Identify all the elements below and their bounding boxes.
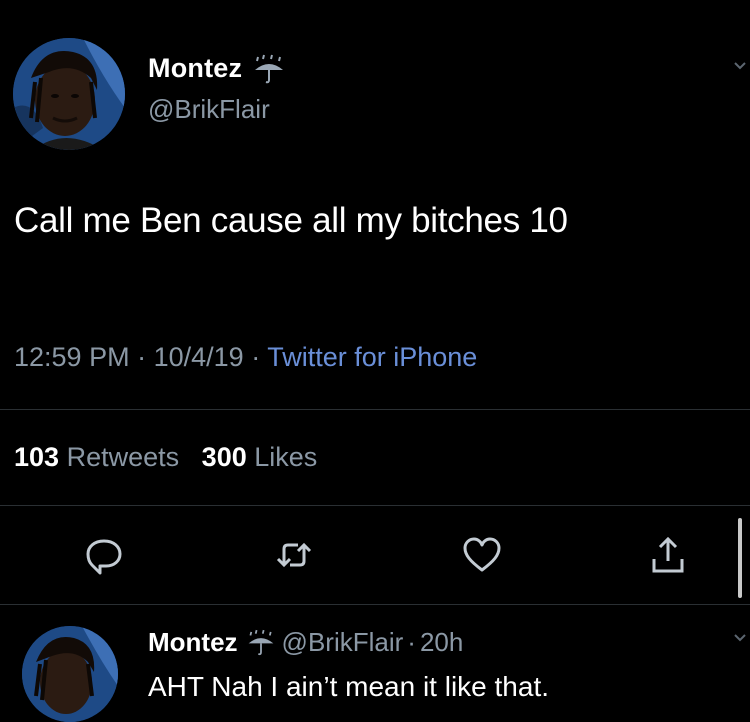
- retweets-stat[interactable]: 103 Retweets: [14, 442, 187, 472]
- meta-separator: ·: [137, 342, 147, 372]
- reply-avatar[interactable]: [22, 626, 118, 722]
- meta-separator: ·: [251, 342, 261, 372]
- tweet-detail: Montez @BrikFlair Call me Ben cause all …: [0, 0, 750, 722]
- retweet-count: 103: [14, 442, 60, 472]
- share-icon[interactable]: [646, 533, 690, 577]
- umbrella-rain-icon: [255, 54, 284, 83]
- scrollbar[interactable]: [738, 518, 742, 598]
- reply-header: Montez @BrikFlair · 20h: [148, 627, 463, 658]
- author-handle[interactable]: @BrikFlair: [148, 94, 270, 125]
- reply-age: 20h: [419, 627, 464, 657]
- divider: [0, 409, 750, 410]
- heart-icon[interactable]: [460, 533, 504, 577]
- umbrella-rain-icon: [248, 629, 273, 656]
- tweet-metadata: 12:59 PM · 10/4/19 · Twitter for iPhone: [14, 342, 477, 373]
- avatar-image: [13, 38, 125, 150]
- reply-separator: ·: [407, 627, 416, 657]
- likes-stat[interactable]: 300 Likes: [202, 442, 318, 472]
- reply-icon[interactable]: [82, 533, 126, 577]
- reply-text: AHT Nah I ain’t mean it like that.: [148, 671, 549, 702]
- like-count: 300: [201, 442, 247, 472]
- like-label: Likes: [254, 442, 318, 472]
- tweet-time: 12:59 PM: [14, 342, 130, 372]
- tweet-text: Call me Ben cause all my bitches 10: [14, 201, 568, 240]
- chevron-down-icon[interactable]: [734, 632, 746, 644]
- divider: [0, 604, 750, 605]
- display-name[interactable]: Montez: [148, 53, 242, 84]
- reply-display-name[interactable]: Montez: [148, 627, 238, 658]
- reply-avatar-image: [22, 626, 118, 722]
- retweet-icon[interactable]: [272, 533, 316, 577]
- avatar[interactable]: [13, 38, 125, 150]
- divider: [0, 505, 750, 506]
- retweet-label: Retweets: [66, 442, 180, 472]
- tweet-date: 10/4/19: [153, 342, 244, 372]
- reply-handle[interactable]: @BrikFlair: [282, 627, 404, 658]
- chevron-down-icon[interactable]: [734, 60, 746, 72]
- tweet-stats: 103 Retweets 300 Likes: [14, 442, 317, 473]
- tweet-source-link[interactable]: Twitter for iPhone: [267, 342, 477, 372]
- author-name-row: Montez: [148, 53, 286, 84]
